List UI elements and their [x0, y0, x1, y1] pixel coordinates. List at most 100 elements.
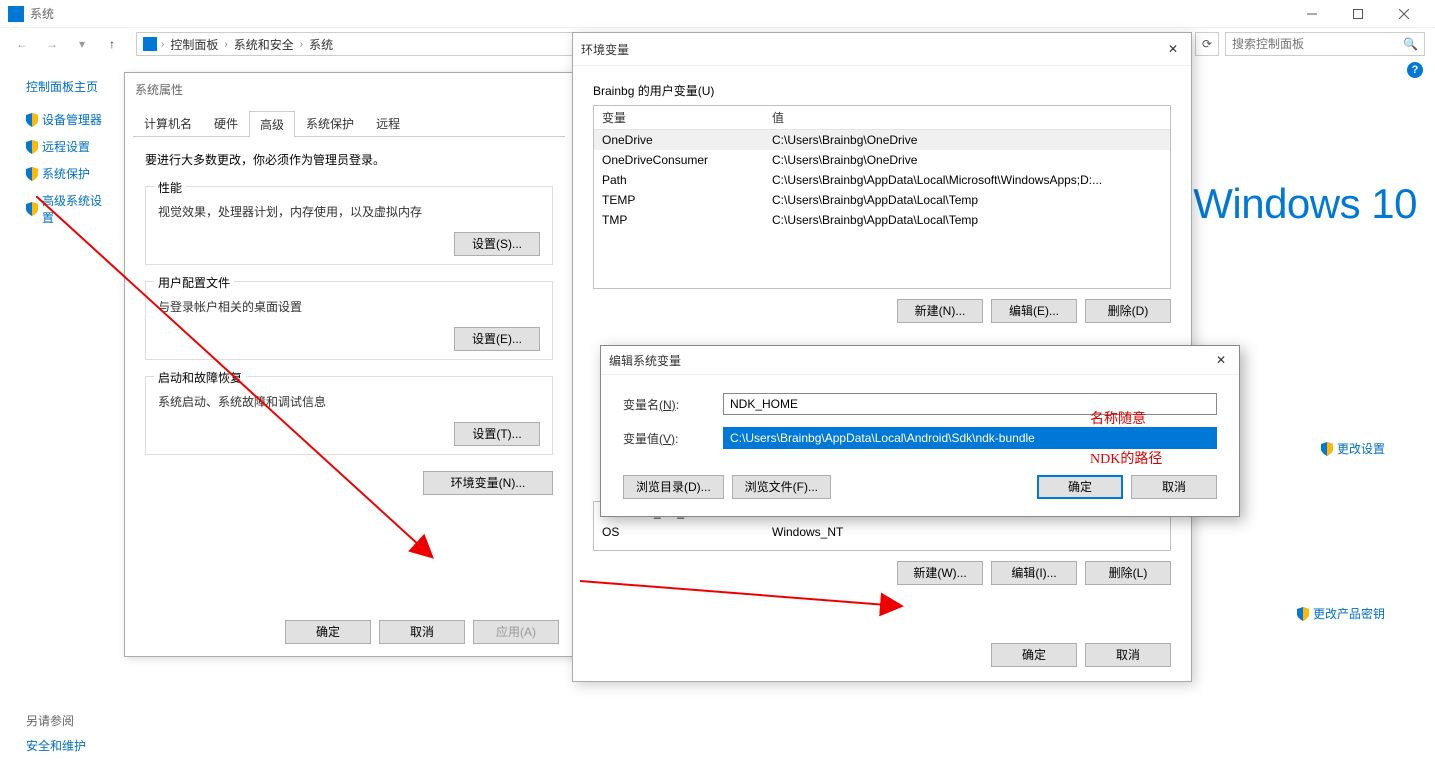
table-row[interactable]: OSWindows_NT — [594, 522, 1170, 542]
edit-user-var-button[interactable]: 编辑(E)... — [991, 299, 1077, 323]
tab-protection[interactable]: 系统保护 — [295, 110, 365, 136]
profiles-group: 用户配置文件 与登录帐户相关的桌面设置 设置(E)... — [145, 281, 553, 360]
table-row[interactable]: TEMPC:\Users\Brainbg\AppData\Local\Temp — [594, 190, 1170, 210]
link-label: 高级系统设置 — [42, 192, 110, 226]
shield-icon — [26, 113, 38, 127]
cell-val: Windows_NT — [764, 522, 1170, 542]
perf-settings-button[interactable]: 设置(S)... — [454, 232, 540, 256]
browse-dir-button[interactable]: 浏览目录(D)... — [623, 475, 724, 499]
annotation-name: 名称随意 — [1090, 408, 1146, 428]
table-row[interactable]: OneDriveC:\Users\Brainbg\OneDrive — [594, 130, 1170, 150]
tab-remote[interactable]: 远程 — [365, 110, 411, 136]
forward-button[interactable]: → — [40, 32, 64, 56]
cancel-button[interactable]: 取消 — [1085, 643, 1171, 667]
user-vars-label: Brainbg 的用户变量(U) — [593, 82, 1171, 99]
edit-sys-var-dialog: 编辑系统变量 ✕ 变量名(N): 变量值(V): 浏览目录(D)... 浏览文件… — [600, 345, 1240, 517]
ok-button[interactable]: 确定 — [285, 620, 371, 644]
table-row[interactable]: OneDriveConsumerC:\Users\Brainbg\OneDriv… — [594, 150, 1170, 170]
sidebar-link-protection[interactable]: 系统保护 — [26, 165, 110, 182]
system-icon — [8, 6, 24, 22]
back-button[interactable]: ← — [10, 32, 34, 56]
cell-val: C:\Users\Brainbg\AppData\Local\Temp — [764, 210, 1170, 230]
performance-group: 性能 视觉效果，处理器计划，内存使用，以及虚拟内存 设置(S)... — [145, 186, 553, 265]
browse-file-button[interactable]: 浏览文件(F)... — [732, 475, 831, 499]
change-product-key-link[interactable]: 更改产品密钥 — [1297, 605, 1385, 622]
link-label: 远程设置 — [42, 138, 90, 155]
link-label: 系统保护 — [42, 165, 90, 182]
tab-advanced[interactable]: 高级 — [249, 111, 295, 137]
cell-var: OneDriveConsumer — [594, 150, 764, 170]
sidebar-link-advanced[interactable]: 高级系统设置 — [26, 192, 110, 226]
table-row[interactable]: TMPC:\Users\Brainbg\AppData\Local\Temp — [594, 210, 1170, 230]
new-sys-var-button[interactable]: 新建(W)... — [897, 561, 983, 585]
sidebar-head[interactable]: 控制面板主页 — [26, 78, 110, 95]
intro-text: 要进行大多数更改，你必须作为管理员登录。 — [145, 151, 553, 168]
shield-icon — [26, 140, 38, 154]
cell-var: OS — [594, 522, 764, 542]
startup-settings-button[interactable]: 设置(T)... — [454, 422, 540, 446]
recent-button[interactable]: ▾ — [70, 32, 94, 56]
maximize-button[interactable] — [1335, 0, 1381, 28]
group-legend: 用户配置文件 — [154, 274, 234, 291]
group-legend: 性能 — [154, 179, 186, 196]
up-button[interactable]: ↑ — [100, 32, 124, 56]
cell-val: C:\Users\Brainbg\AppData\Local\Temp — [764, 190, 1170, 210]
search-box[interactable]: 🔍 — [1225, 32, 1425, 56]
dialog-title: 编辑系统变量 — [609, 352, 1211, 369]
change-settings-link[interactable]: 更改设置 — [1321, 440, 1385, 457]
minimize-button[interactable] — [1289, 0, 1335, 28]
shield-icon — [26, 202, 38, 216]
group-desc: 系统启动、系统故障和调试信息 — [158, 393, 540, 410]
startup-group: 启动和故障恢复 系统启动、系统故障和调试信息 设置(T)... — [145, 376, 553, 455]
dialog-title: 系统属性 — [125, 73, 573, 106]
tab-hardware[interactable]: 硬件 — [203, 110, 249, 136]
annotation-path: NDK的路径 — [1090, 448, 1162, 468]
group-desc: 视觉效果，处理器计划，内存使用，以及虚拟内存 — [158, 203, 540, 220]
window-title: 系统 — [30, 5, 1289, 22]
env-vars-button[interactable]: 环境变量(N)... — [423, 471, 553, 495]
cell-var: TEMP — [594, 190, 764, 210]
group-desc: 与登录帐户相关的桌面设置 — [158, 298, 540, 315]
sidebar-footer-link[interactable]: 安全和维护 — [26, 737, 86, 754]
link-label: 设备管理器 — [42, 111, 102, 128]
close-icon[interactable]: ✕ — [1163, 39, 1183, 59]
breadcrumb-item[interactable]: 系统 — [307, 36, 335, 53]
pc-icon — [143, 37, 157, 51]
ok-button[interactable]: 确定 — [991, 643, 1077, 667]
breadcrumb-item[interactable]: 系统和安全 — [232, 36, 296, 53]
var-value-input[interactable] — [723, 427, 1217, 449]
chevron-right-icon: › — [161, 39, 164, 50]
close-icon[interactable]: ✕ — [1211, 350, 1231, 370]
sidebar-link-device-manager[interactable]: 设备管理器 — [26, 111, 110, 128]
apply-button[interactable]: 应用(A) — [473, 620, 559, 644]
search-input[interactable] — [1232, 37, 1403, 51]
tabs: 计算机名 硬件 高级 系统保护 远程 — [133, 110, 565, 137]
profiles-settings-button[interactable]: 设置(E)... — [454, 327, 540, 351]
cell-var: OneDrive — [594, 130, 764, 150]
edit-sys-var-button[interactable]: 编辑(I)... — [991, 561, 1077, 585]
delete-sys-var-button[interactable]: 删除(L) — [1085, 561, 1171, 585]
chevron-right-icon: › — [224, 39, 227, 50]
close-button[interactable] — [1381, 0, 1427, 28]
cell-val: C:\Users\Brainbg\AppData\Local\Microsoft… — [764, 170, 1170, 190]
new-user-var-button[interactable]: 新建(N)... — [897, 299, 983, 323]
delete-user-var-button[interactable]: 删除(D) — [1085, 299, 1171, 323]
system-properties-dialog: 系统属性 计算机名 硬件 高级 系统保护 远程 要进行大多数更改，你必须作为管理… — [124, 72, 574, 657]
cancel-button[interactable]: 取消 — [379, 620, 465, 644]
titlebar: 系统 — [0, 0, 1435, 28]
chevron-right-icon: › — [300, 39, 303, 50]
cell-val: C:\Users\Brainbg\OneDrive — [764, 130, 1170, 150]
tab-computer-name[interactable]: 计算机名 — [133, 110, 203, 136]
table-row[interactable]: PathC:\Users\Brainbg\AppData\Local\Micro… — [594, 170, 1170, 190]
sidebar-link-remote[interactable]: 远程设置 — [26, 138, 110, 155]
cancel-button[interactable]: 取消 — [1131, 475, 1217, 499]
cell-var: TMP — [594, 210, 764, 230]
sidebar-footer-head: 另请参阅 — [26, 712, 86, 729]
ok-button[interactable]: 确定 — [1037, 475, 1123, 499]
group-legend: 启动和故障恢复 — [154, 369, 246, 386]
refresh-button[interactable]: ⟳ — [1195, 32, 1219, 56]
var-value-label: 变量值(V): — [623, 430, 723, 447]
user-vars-table[interactable]: 变量 值 OneDriveC:\Users\Brainbg\OneDriveOn… — [593, 105, 1171, 289]
sidebar: 控制面板主页 设备管理器 远程设置 系统保护 高级系统设置 另请参阅 安全和维护 — [0, 60, 120, 774]
breadcrumb-item[interactable]: 控制面板 — [168, 36, 220, 53]
